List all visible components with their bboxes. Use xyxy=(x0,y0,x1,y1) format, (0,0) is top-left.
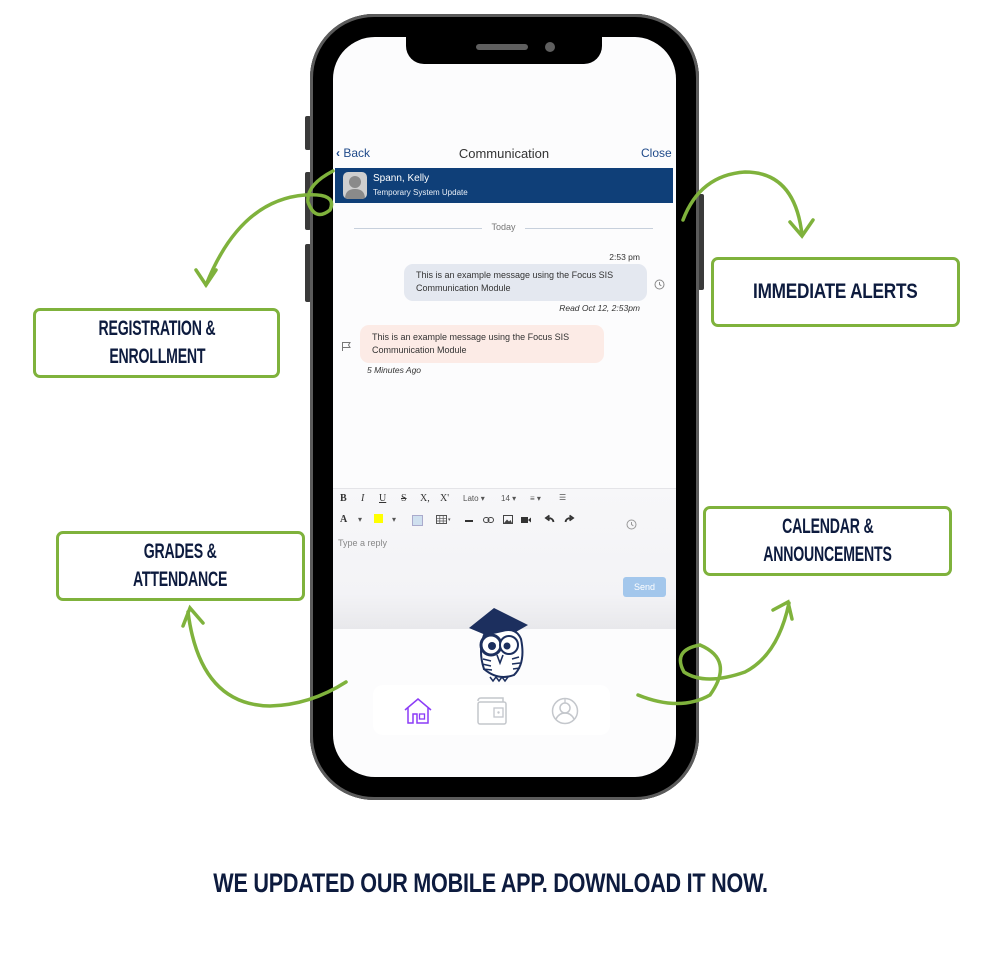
arrow-to-alerts xyxy=(681,170,804,237)
feature-immediate-alerts: IMMEDIATE ALERTS xyxy=(711,257,960,327)
arrowhead-calendar xyxy=(771,599,794,621)
footer-headline: WE UPDATED OUR MOBILE APP. DOWNLOAD IT N… xyxy=(213,868,769,898)
arrow-to-calendar xyxy=(636,601,791,706)
arrowhead-registration xyxy=(194,268,218,289)
arrowhead-grades xyxy=(181,604,205,628)
feature-registration-enrollment: REGISTRATION & ENROLLMENT xyxy=(33,308,280,378)
arrow-to-registration xyxy=(204,169,335,287)
feature-grades-attendance: GRADES & ATTENDANCE xyxy=(56,531,305,601)
decorative-arrows xyxy=(181,169,815,708)
arrow-to-grades xyxy=(186,610,348,708)
feature-calendar-announcements: CALENDAR & ANNOUNCEMENTS xyxy=(703,506,952,576)
